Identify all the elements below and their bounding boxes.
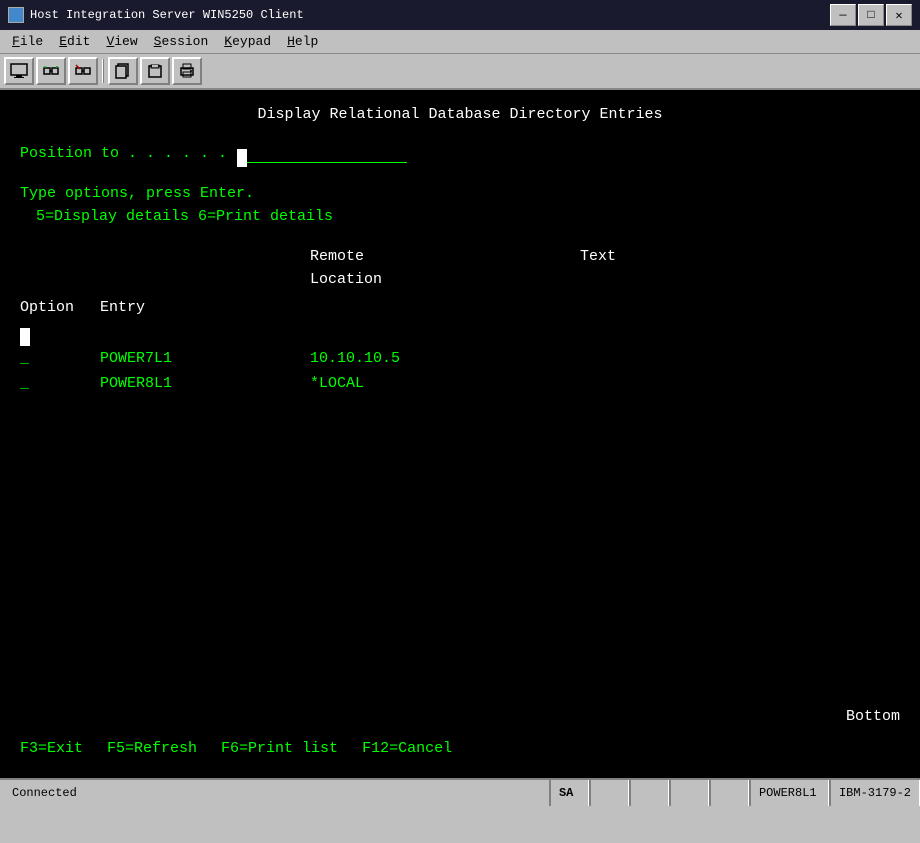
status-seg1 [589, 780, 629, 806]
row2-entry: POWER8L1 [100, 373, 310, 396]
position-to-label: Position to . . . . . . [20, 143, 227, 166]
status-seg4 [709, 780, 749, 806]
toolbar-print-button[interactable] [172, 57, 202, 85]
option-cursor [20, 328, 30, 346]
status-bar: Connected SA POWER8L1 IBM-3179-2 [0, 778, 920, 806]
toolbar-screen-button[interactable] [4, 57, 34, 85]
col-header-text: Text [580, 246, 780, 291]
menu-help[interactable]: Help [279, 32, 326, 51]
column-headers: Remote Location Text [20, 246, 900, 291]
toolbar-paste-button[interactable] [140, 57, 170, 85]
menu-edit[interactable]: Edit [51, 32, 98, 51]
toolbar-separator-1 [102, 59, 104, 83]
position-to-row: Position to . . . . . . [20, 143, 900, 166]
app-icon [8, 7, 24, 23]
row1-text [580, 348, 780, 371]
cursor-location [310, 324, 580, 347]
header-entry: Entry [100, 297, 310, 320]
row1-location: 10.10.10.5 [310, 348, 580, 371]
header-row-labels: Option Entry [20, 297, 900, 320]
title-bar-left: Host Integration Server WIN5250 Client [8, 7, 304, 23]
row2-option: _ [20, 373, 100, 396]
row2-location: *LOCAL [310, 373, 580, 396]
status-seg2 [629, 780, 669, 806]
header-text [580, 297, 780, 320]
position-to-input[interactable] [237, 145, 407, 163]
table-row: _ POWER8L1 *LOCAL [20, 373, 900, 396]
bottom-label: Bottom [846, 706, 900, 729]
menu-file[interactable]: File [4, 32, 51, 51]
terminal-screen: Display Relational Database Directory En… [0, 90, 920, 778]
row1-entry: POWER7L1 [100, 348, 310, 371]
cursor-row [20, 324, 900, 347]
col-header-entry [100, 246, 310, 291]
close-button[interactable]: ✕ [886, 4, 912, 26]
col-header-option [20, 246, 100, 291]
function-keys: F3=Exit F5=Refresh F6=Print list F12=Can… [20, 738, 452, 761]
status-sa: SA [549, 780, 589, 806]
menu-view[interactable]: View [98, 32, 145, 51]
status-ibm: IBM-3179-2 [829, 780, 920, 806]
table-row: _ POWER7L1 10.10.10.5 [20, 348, 900, 371]
toolbar-connect-button[interactable] [36, 57, 66, 85]
cursor-entry [100, 324, 310, 347]
minimize-button[interactable]: — [830, 4, 856, 26]
menu-session[interactable]: Session [146, 32, 217, 51]
col-header-remote: Remote Location [310, 246, 580, 291]
options-line: 5=Display details 6=Print details [36, 206, 900, 229]
toolbar [0, 54, 920, 90]
connection-status: Connected [0, 786, 549, 800]
row1-option: _ [20, 348, 100, 371]
title-bar: Host Integration Server WIN5250 Client —… [0, 0, 920, 30]
f3-key[interactable]: F3=Exit [20, 738, 83, 761]
cursor [237, 149, 247, 167]
header-location [310, 297, 580, 320]
screen-title: Display Relational Database Directory En… [20, 104, 900, 127]
cursor-option [20, 324, 100, 347]
row2-text [580, 373, 780, 396]
maximize-button[interactable]: □ [858, 4, 884, 26]
header-option: Option [20, 297, 100, 320]
toolbar-disconnect-button[interactable] [68, 57, 98, 85]
instructions-label: Type options, press Enter. [20, 183, 900, 206]
cursor-text [580, 324, 780, 347]
title-bar-controls: — □ ✕ [830, 4, 912, 26]
menu-bar: File Edit View Session Keypad Help [0, 30, 920, 54]
menu-keypad[interactable]: Keypad [216, 32, 279, 51]
status-seg3 [669, 780, 709, 806]
f12-key[interactable]: F12=Cancel [362, 738, 452, 761]
status-power: POWER8L1 [749, 780, 829, 806]
f5-key[interactable]: F5=Refresh [107, 738, 197, 761]
f6-key[interactable]: F6=Print list [221, 738, 338, 761]
toolbar-copy-button[interactable] [108, 57, 138, 85]
window-title: Host Integration Server WIN5250 Client [30, 8, 304, 22]
